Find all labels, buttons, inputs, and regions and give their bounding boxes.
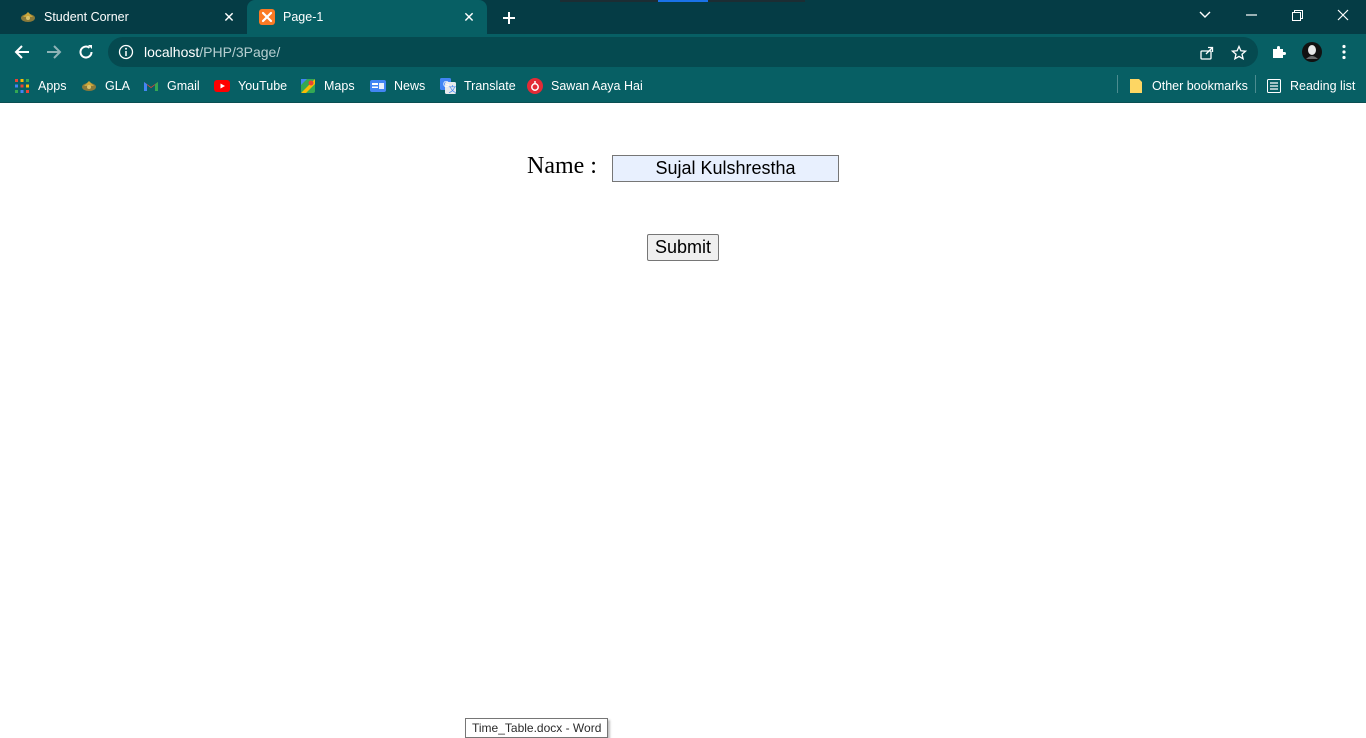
other-bookmarks[interactable]: Other bookmarks [1128,76,1248,96]
bookmark-label: Gmail [167,79,200,93]
bookmark-news[interactable]: News [370,76,425,96]
tab-page-1[interactable]: Page-1 ✕ [247,0,487,34]
bookmark-label: News [394,79,426,93]
svg-text:文: 文 [449,84,457,94]
back-arrow-icon[interactable] [10,40,34,64]
translate-icon: G文 [440,78,456,94]
bookmark-star-icon[interactable] [1230,44,1248,62]
bookmark-label: Apps [38,79,67,93]
gla-favicon-icon [20,9,36,25]
browser-toolbar: localhost/PHP/3Page/ [0,34,1366,70]
name-input[interactable] [612,155,839,182]
page-content: Name : Submit [0,103,1366,738]
close-tab-icon[interactable]: ✕ [461,9,477,25]
accent-bar [658,0,708,2]
tab-search-chevron-icon[interactable] [1191,4,1219,26]
reading-list-label: Reading list [1290,79,1356,93]
reading-list[interactable]: Reading list [1266,76,1355,96]
submit-button[interactable]: Submit [647,234,719,261]
bookmark-label: Translate [464,79,516,93]
other-bookmarks-label: Other bookmarks [1152,79,1248,93]
restore-icon[interactable] [1283,4,1311,26]
name-label: Name : [527,153,597,179]
bookmark-label: Sawan Aaya Hai [551,79,643,93]
bookmark-gla[interactable]: GLA [81,76,130,96]
bookmark-apps[interactable]: Apps [14,76,67,96]
close-tab-icon[interactable]: ✕ [221,9,237,25]
tab-strip: Student Corner ✕ Page-1 ✕ [0,0,1366,34]
extensions-puzzle-icon[interactable] [1268,41,1290,63]
profile-avatar[interactable] [1301,41,1323,63]
gmail-icon [143,78,159,94]
tab-title: Student Corner [44,10,129,24]
maps-icon [300,78,316,94]
xampp-favicon-icon [259,9,275,25]
url-text[interactable]: localhost/PHP/3Page/ [144,44,280,60]
site-info-icon[interactable] [118,44,134,60]
bookmark-sawan-aaya-hai[interactable]: Sawan Aaya Hai [527,76,643,96]
bookmark-gmail[interactable]: Gmail [143,76,200,96]
taskbar-tooltip: Time_Table.docx - Word [465,718,609,738]
news-icon [370,78,386,94]
folder-icon [1128,78,1144,94]
bookmarks-divider [1255,75,1256,93]
bookmark-label: GLA [105,79,131,93]
apps-grid-icon [14,78,30,94]
bookmark-translate[interactable]: G文 Translate [440,76,516,96]
bookmark-maps[interactable]: Maps [300,76,355,96]
minimize-icon[interactable] [1237,4,1265,26]
address-bar[interactable]: localhost/PHP/3Page/ [108,37,1258,67]
bookmark-label: YouTube [238,79,288,93]
gla-icon [81,78,97,94]
tab-title: Page-1 [283,10,324,24]
bookmarks-bar: Apps GLA Gmail YouTube Maps News G文 Tran… [0,70,1366,103]
share-icon[interactable] [1198,44,1216,62]
url-path: /PHP/3Page/ [199,44,281,60]
tab-student-corner[interactable]: Student Corner ✕ [0,0,247,34]
url-host: localhost [144,44,200,60]
youtube-icon [214,78,230,94]
bookmark-youtube[interactable]: YouTube [214,76,287,96]
reading-list-icon [1266,78,1282,94]
new-tab-plus-icon[interactable] [499,8,519,28]
menu-kebab-icon[interactable] [1333,41,1355,63]
bookmark-label: Maps [324,79,355,93]
window-edge-accent [560,0,805,2]
forward-arrow-icon[interactable] [42,40,66,64]
bookmarks-divider [1117,75,1118,93]
reload-icon[interactable] [74,40,98,64]
music-icon [527,78,543,94]
close-window-icon[interactable] [1329,4,1357,26]
